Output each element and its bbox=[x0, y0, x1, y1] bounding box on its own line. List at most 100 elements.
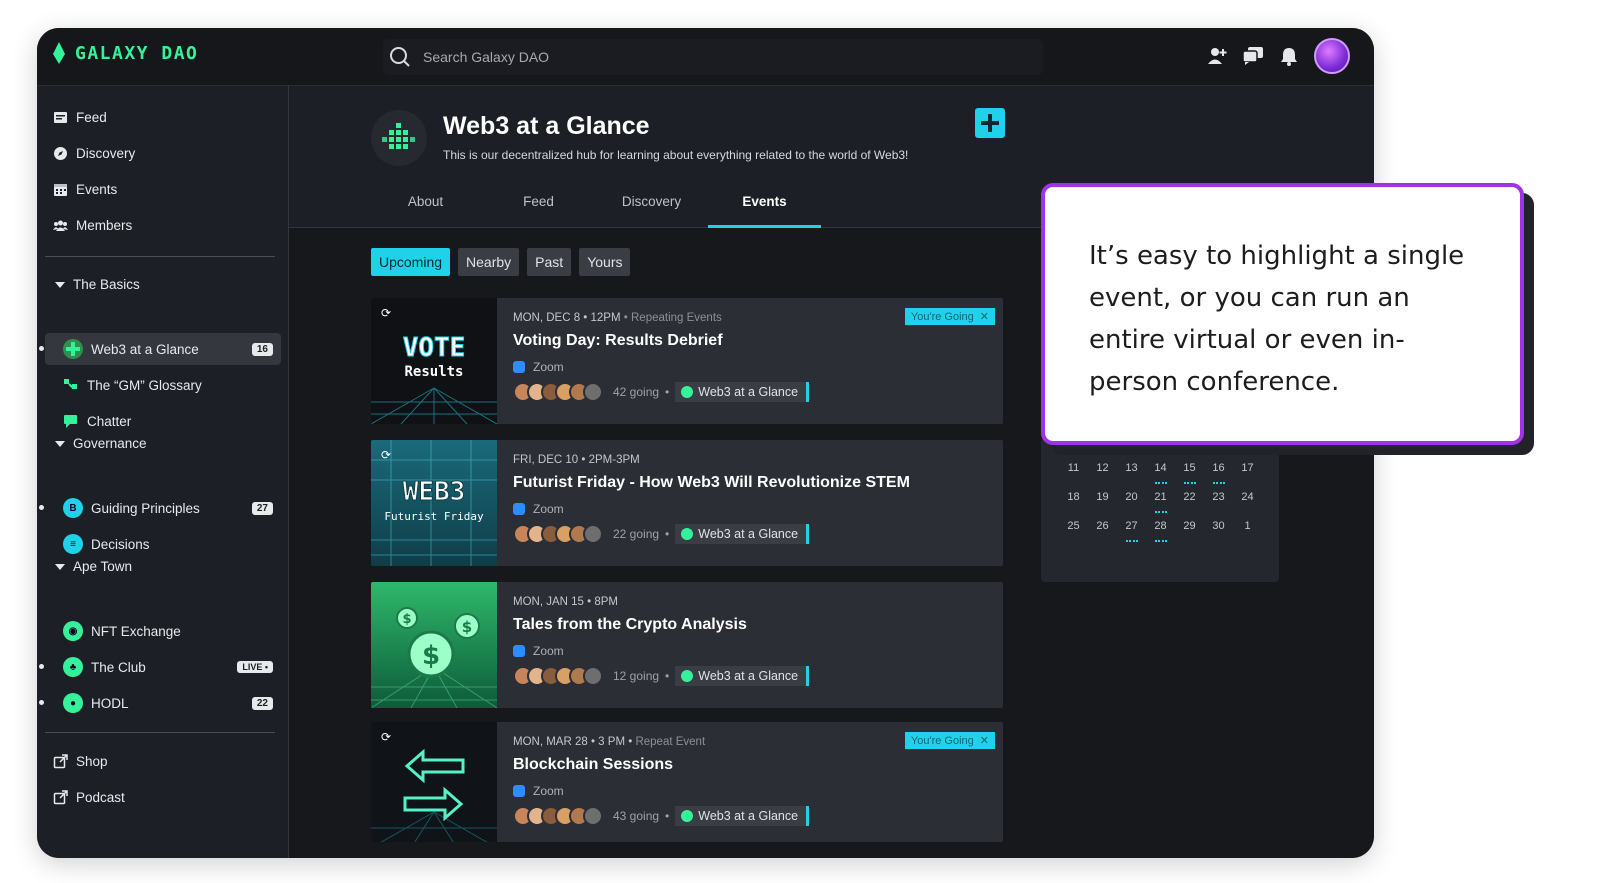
separator-dot: • bbox=[665, 385, 670, 399]
close-icon[interactable]: ✕ bbox=[980, 734, 989, 747]
search-input[interactable]: Search Galaxy DAO bbox=[423, 49, 549, 65]
channel-nft-exchange[interactable]: ◉ NFT Exchange bbox=[61, 615, 281, 647]
event-location: Zoom bbox=[513, 644, 993, 658]
channel-the-club[interactable]: ♣ The Club LIVE • bbox=[39, 651, 281, 683]
attendee-avatars[interactable] bbox=[513, 806, 603, 826]
members-icon bbox=[53, 220, 68, 231]
calendar-day[interactable]: 13 bbox=[1117, 462, 1146, 479]
calendar-day[interactable]: 24 bbox=[1233, 491, 1262, 508]
event-card[interactable]: VOTE Results ⟳ MON, DEC 8 • 12PM • Repea… bbox=[371, 298, 1003, 424]
attendee-avatars[interactable] bbox=[513, 524, 603, 544]
channel-chatter[interactable]: Chatter bbox=[61, 405, 281, 437]
sidebar-item-feed[interactable]: Feed bbox=[53, 110, 107, 125]
tab-discovery[interactable]: Discovery bbox=[595, 194, 708, 228]
calendar-day[interactable]: 15 bbox=[1175, 462, 1204, 484]
filter-upcoming[interactable]: Upcoming bbox=[371, 248, 451, 276]
community-tabs: About Feed Discovery Events bbox=[369, 194, 821, 228]
bell-icon[interactable] bbox=[1278, 45, 1300, 67]
event-title[interactable]: Voting Day: Results Debrief bbox=[513, 332, 993, 350]
section-the-basics[interactable]: The Basics bbox=[55, 277, 140, 292]
event-location-label: Zoom bbox=[533, 784, 564, 798]
event-location-label: Zoom bbox=[533, 644, 564, 658]
add-button[interactable] bbox=[975, 108, 1005, 138]
calendar-day[interactable]: 30 bbox=[1204, 520, 1233, 537]
calendar-day[interactable]: 28 bbox=[1146, 520, 1175, 542]
community-dot-icon bbox=[681, 386, 694, 398]
channel-gm-glossary[interactable]: The “GM” Glossary bbox=[61, 369, 281, 401]
channel-hodl[interactable]: ● HODL 22 bbox=[39, 687, 281, 719]
attendee-avatars[interactable] bbox=[513, 666, 603, 686]
calendar-day[interactable]: 16 bbox=[1204, 462, 1233, 484]
add-friend-icon[interactable] bbox=[1206, 45, 1228, 67]
event-title[interactable]: Tales from the Crypto Analysis bbox=[513, 616, 993, 634]
calendar-day[interactable]: 18 bbox=[1059, 491, 1088, 508]
avatar[interactable] bbox=[1314, 38, 1350, 74]
sidebar-item-members[interactable]: Members bbox=[53, 218, 132, 233]
youre-going-badge[interactable]: You're Going ✕ bbox=[904, 732, 995, 749]
event-details: MON, MAR 28 • 3 PM • Repeat Event Blockc… bbox=[513, 736, 993, 826]
event-title[interactable]: Blockchain Sessions bbox=[513, 756, 993, 774]
sidebar-item-podcast[interactable]: Podcast bbox=[53, 790, 125, 805]
calendar-day[interactable]: 27 bbox=[1117, 520, 1146, 542]
calendar-day[interactable]: 21 bbox=[1146, 491, 1175, 513]
calendar-day[interactable]: 17 bbox=[1233, 462, 1262, 479]
calendar-day[interactable]: 1 bbox=[1233, 520, 1262, 537]
event-title[interactable]: Futurist Friday - How Web3 Will Revoluti… bbox=[513, 474, 993, 492]
event-location-label: Zoom bbox=[533, 360, 564, 374]
community-chip[interactable]: Web3 at a Glance bbox=[675, 524, 810, 544]
calendar-day[interactable]: 14 bbox=[1146, 462, 1175, 484]
chat-icon[interactable] bbox=[1242, 45, 1264, 67]
community-dot-icon bbox=[681, 810, 694, 822]
sidebar-divider bbox=[45, 256, 275, 257]
community-chip[interactable]: Web3 at a Glance bbox=[675, 382, 810, 402]
calendar-day[interactable]: 29 bbox=[1175, 520, 1204, 537]
event-card[interactable]: ⟳ MON, MAR 28 • 3 PM • Repeat Event Bloc… bbox=[371, 722, 1003, 842]
separator-dot: • bbox=[665, 669, 670, 683]
app-logo[interactable]: GALAXY DAO bbox=[53, 42, 198, 64]
calendar-day[interactable]: 20 bbox=[1117, 491, 1146, 508]
sidebar-item-discovery[interactable]: Discovery bbox=[53, 146, 135, 161]
channel-guiding-principles[interactable]: B Guiding Principles 27 bbox=[39, 492, 281, 524]
community-dot-icon bbox=[681, 528, 694, 540]
filter-past[interactable]: Past bbox=[527, 248, 572, 276]
tab-feed[interactable]: Feed bbox=[482, 194, 595, 228]
filter-nearby[interactable]: Nearby bbox=[458, 248, 520, 276]
calendar-day[interactable]: 12 bbox=[1088, 462, 1117, 479]
section-title: Governance bbox=[73, 436, 147, 451]
community-chip[interactable]: Web3 at a Glance bbox=[675, 806, 810, 826]
tab-events[interactable]: Events bbox=[708, 194, 821, 228]
calendar-day[interactable]: 19 bbox=[1088, 491, 1117, 508]
community-chip-label: Web3 at a Glance bbox=[698, 385, 799, 399]
sidebar-item-events[interactable]: Events bbox=[53, 182, 117, 197]
filter-yours[interactable]: Yours bbox=[579, 248, 631, 276]
event-footer: 12 going • Web3 at a Glance bbox=[513, 666, 993, 686]
youre-going-badge[interactable]: You're Going ✕ bbox=[904, 308, 995, 325]
channel-web3-at-a-glance[interactable]: Web3 at a Glance 16 bbox=[39, 333, 281, 365]
tab-about[interactable]: About bbox=[369, 194, 482, 228]
event-card[interactable]: $ $ $ MON, JAN 15 • 8PM Tales from the C… bbox=[371, 582, 1003, 708]
search-bar[interactable]: Search Galaxy DAO bbox=[383, 39, 1043, 75]
section-ape-town[interactable]: Ape Town bbox=[55, 559, 132, 574]
close-icon[interactable]: ✕ bbox=[980, 310, 989, 323]
channel-label: The “GM” Glossary bbox=[87, 377, 202, 393]
calendar-day[interactable]: 22 bbox=[1175, 491, 1204, 508]
calendar-day[interactable]: 11 bbox=[1059, 462, 1088, 479]
community-logo bbox=[371, 110, 427, 166]
going-count: 42 going bbox=[613, 385, 660, 399]
channel-decisions[interactable]: ≡ Decisions bbox=[61, 528, 281, 560]
channel-label: Guiding Principles bbox=[91, 500, 200, 516]
sidebar-item-shop[interactable]: Shop bbox=[53, 754, 108, 769]
attendee-avatars[interactable] bbox=[513, 382, 603, 402]
calendar-day[interactable]: 25 bbox=[1059, 520, 1088, 537]
event-footer: 42 going • Web3 at a Glance bbox=[513, 382, 993, 402]
event-card[interactable]: WEB3 Futurist Friday ⟳ FRI, DEC 10 • 2PM… bbox=[371, 440, 1003, 566]
calendar-grid: 11 12 13 14 15 16 17 18 19 20 21 22 23 24 25 26 27 28 29 30… bbox=[1059, 462, 1262, 542]
galaxy-logo-icon bbox=[53, 42, 65, 64]
section-governance[interactable]: Governance bbox=[55, 436, 147, 451]
event-image: WEB3 Futurist Friday ⟳ bbox=[371, 440, 497, 566]
zoom-icon bbox=[513, 503, 525, 515]
community-chip[interactable]: Web3 at a Glance bbox=[675, 666, 810, 686]
calendar-day[interactable]: 26 bbox=[1088, 520, 1117, 537]
channel-label: Chatter bbox=[87, 413, 132, 429]
calendar-day[interactable]: 23 bbox=[1204, 491, 1233, 508]
